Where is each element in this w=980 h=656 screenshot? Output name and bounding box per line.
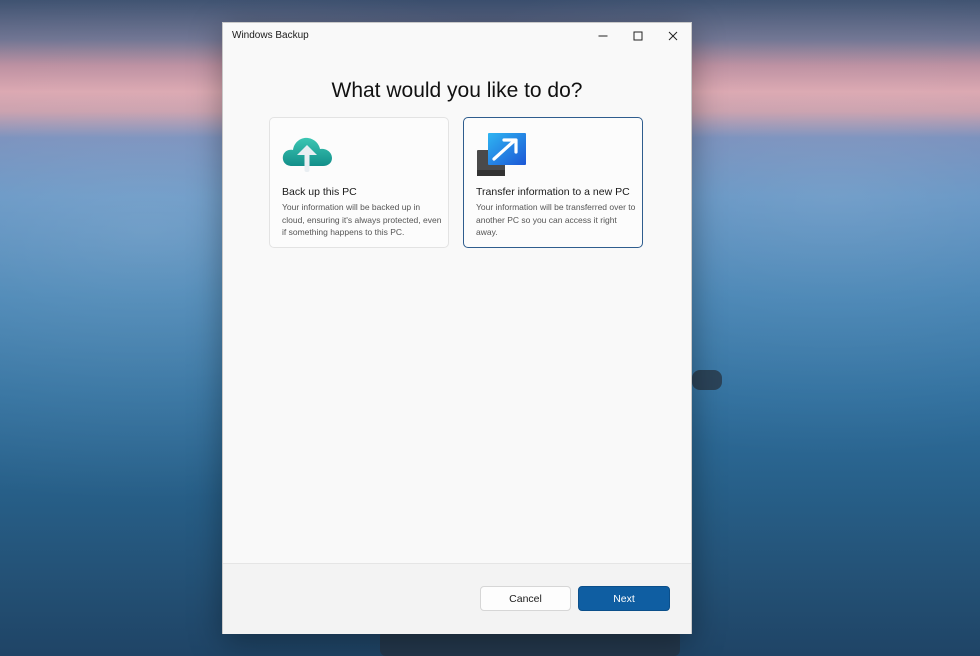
title-bar[interactable]: Windows Backup [223, 23, 691, 49]
backup-this-pc-option[interactable]: Back up this PC Your information will be… [269, 117, 449, 248]
backup-option-title: Back up this PC [282, 186, 357, 198]
transfer-option-description: Your information will be transferred ove… [476, 202, 636, 237]
transfer-option-title: Transfer information to a new PC [476, 186, 630, 198]
wallpaper-rock [692, 370, 722, 390]
transfer-to-new-pc-option[interactable]: Transfer information to a new PC Your in… [463, 117, 643, 248]
cloud-upload-icon [282, 132, 334, 178]
maximize-icon [633, 31, 643, 41]
transfer-pc-icon [476, 132, 528, 178]
page-heading: What would you like to do? [331, 79, 583, 102]
close-icon [668, 31, 678, 41]
windows-backup-window: Windows Backup What would you like to do… [222, 22, 692, 634]
cancel-button[interactable]: Cancel [480, 586, 571, 611]
next-button[interactable]: Next [578, 586, 670, 611]
maximize-button[interactable] [621, 23, 655, 49]
window-title: Windows Backup [232, 30, 309, 41]
close-button[interactable] [656, 23, 690, 49]
minimize-icon [598, 35, 608, 37]
footer-bar: Cancel Next [223, 563, 691, 634]
backup-option-description: Your information will be backed up in cl… [282, 202, 442, 237]
minimize-button[interactable] [586, 23, 620, 49]
